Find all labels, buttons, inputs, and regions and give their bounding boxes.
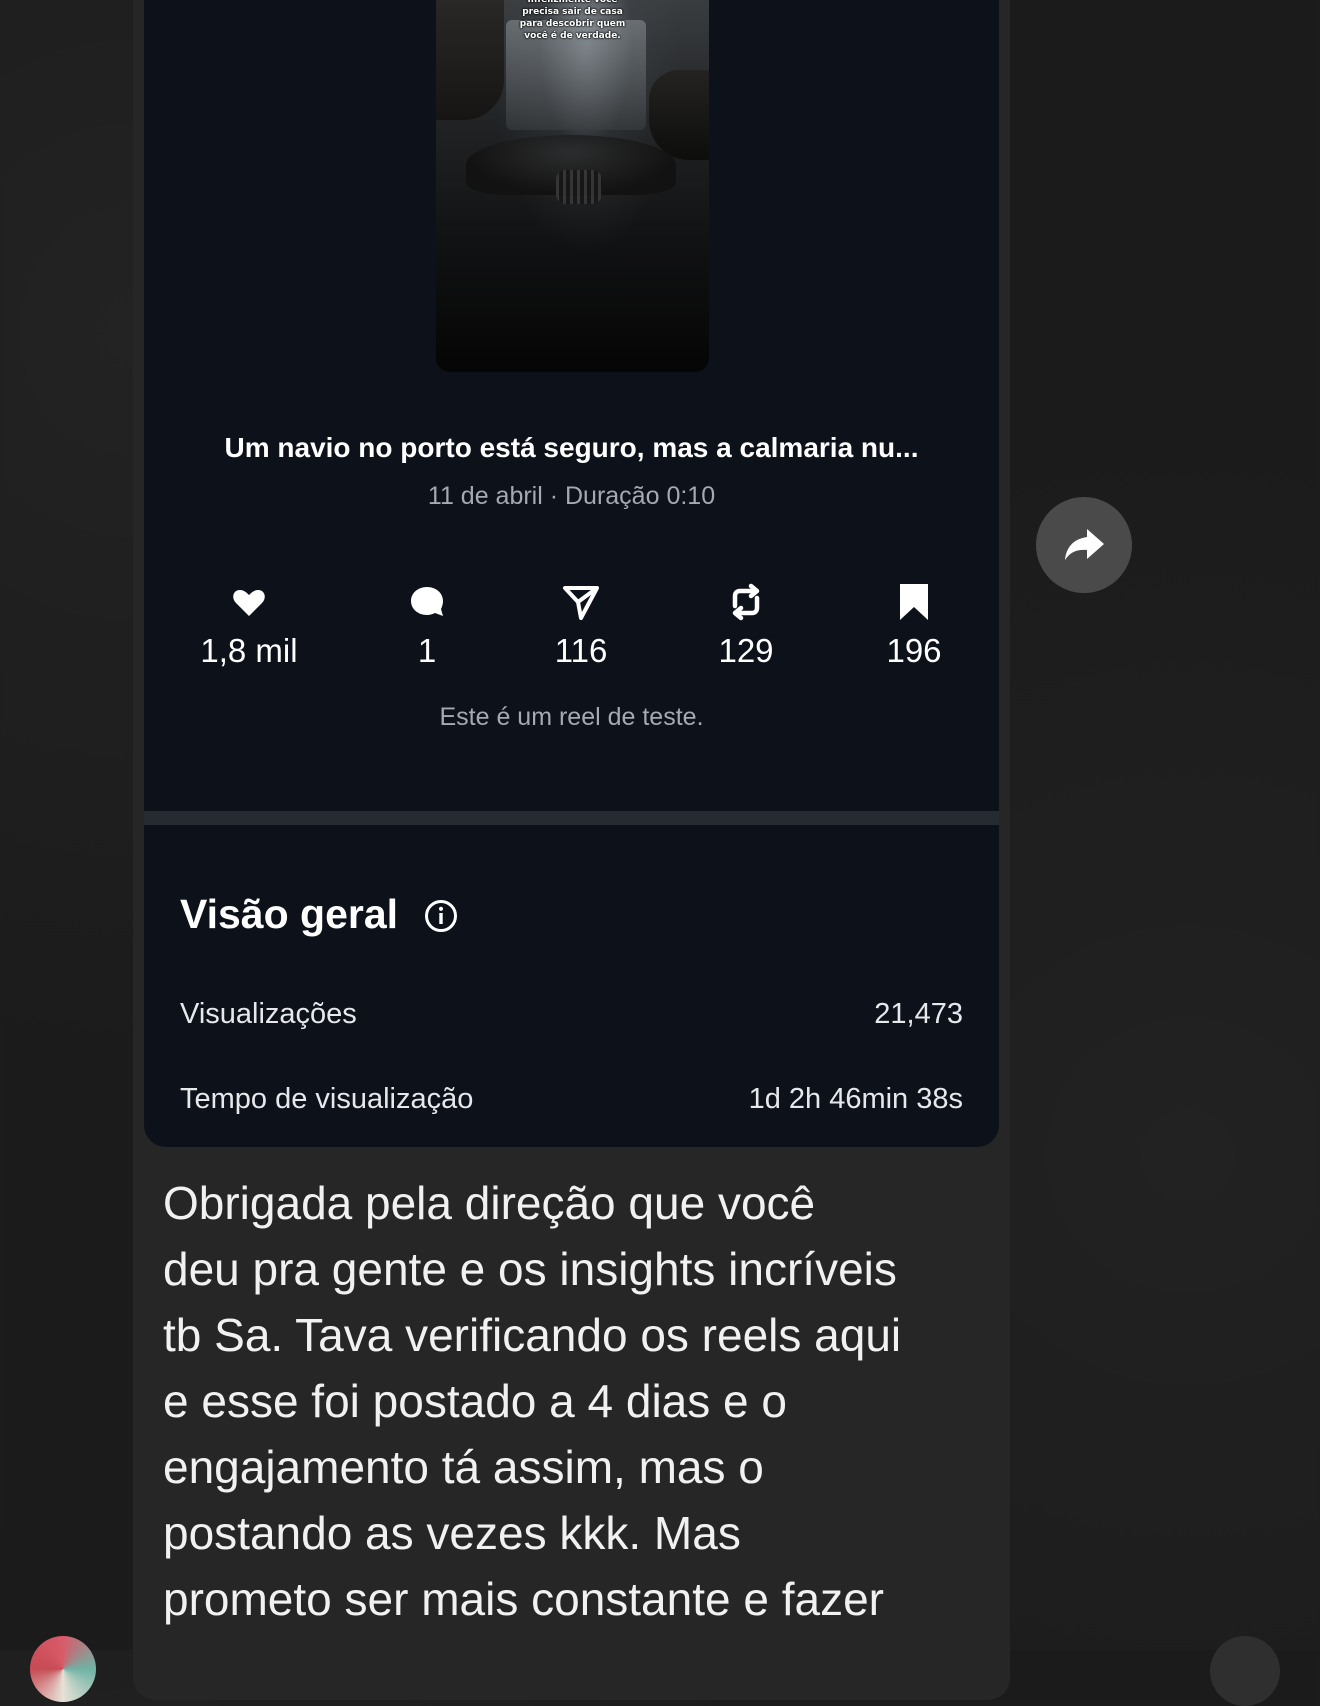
scroll-button[interactable] — [1210, 1636, 1280, 1706]
comments-count: 1 — [417, 632, 437, 669]
reel-meta: 11 de abril · Duração 0:10 — [427, 482, 716, 510]
shares-count: 116 — [554, 632, 608, 669]
views-value: 21,473 — [874, 998, 963, 1030]
forward-button[interactable] — [1036, 497, 1132, 593]
reel-caption: Um navio no porto está seguro, mas a cal… — [224, 432, 919, 463]
likes-count: 1,8 mil — [200, 632, 298, 669]
stat-shares: 116 — [511, 582, 651, 670]
card-divider — [144, 811, 999, 825]
stat-reposts: 129 — [676, 582, 816, 670]
saves-count: 196 — [886, 632, 942, 669]
comment-icon — [411, 587, 443, 616]
info-icon[interactable] — [424, 899, 458, 933]
repost-icon — [732, 583, 760, 621]
avatar[interactable] — [30, 1636, 96, 1702]
heart-icon — [233, 590, 265, 616]
views-label: Visualizações — [180, 998, 357, 1030]
reel-test-note: Este é um reel de teste. — [439, 703, 704, 731]
watch-time-value: 1d 2h 46min 38s — [748, 1083, 963, 1115]
stat-comments: 1 — [357, 582, 497, 670]
send-icon — [563, 586, 599, 620]
stat-likes: 1,8 mil — [179, 582, 319, 670]
message-text: Obrigada pela direção que você deu pra g… — [163, 1177, 902, 1625]
car-seat-image — [649, 70, 709, 160]
reposts-count: 129 — [718, 632, 774, 669]
car-vent-image — [556, 170, 602, 204]
reel-thumbnail[interactable]: Infelizmente você precisa sair de casa p… — [436, 0, 709, 372]
watch-time-label: Tempo de visualização — [180, 1083, 474, 1115]
stat-saves: 196 — [844, 582, 984, 670]
forward-icon — [1065, 529, 1104, 560]
overview-title: Visão geral — [180, 891, 399, 937]
thumbnail-overlay-text: Infelizmente você precisa sair de casa p… — [519, 0, 626, 41]
bookmark-icon — [900, 584, 928, 620]
